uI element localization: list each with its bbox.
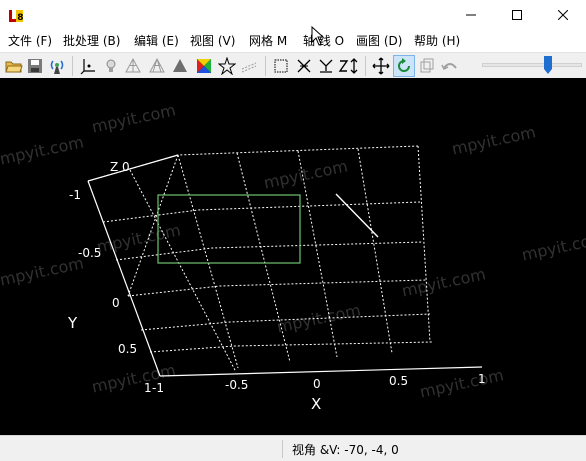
rotate-icon [398, 58, 410, 72]
move-button[interactable] [370, 55, 392, 77]
status-divider [282, 440, 283, 458]
minimize-icon [466, 14, 476, 16]
axes-button[interactable] [77, 55, 99, 77]
minimize-button[interactable] [448, 0, 494, 30]
menu-edit[interactable]: 编辑 (E) [134, 33, 179, 49]
menu-draw[interactable]: 画图 (D) [356, 33, 402, 49]
colormap-button[interactable] [193, 55, 215, 77]
axis-frame [87, 154, 483, 377]
menu-batch[interactable]: 批处理 (B) [63, 33, 120, 49]
rotate-button[interactable] [393, 55, 415, 77]
undo-button[interactable] [439, 55, 461, 77]
undo-icon [441, 63, 457, 71]
x-tick-label: 0 [313, 377, 321, 391]
mesh-button[interactable] [146, 55, 168, 77]
solid-icon [173, 59, 187, 72]
toolbar-separator [265, 56, 266, 76]
star-icon [218, 57, 236, 75]
zoom-slider-track[interactable] [482, 63, 582, 67]
y-tick-label: 1 [144, 381, 152, 395]
app-logo-icon: 8 [8, 8, 24, 24]
x-axis-title: X [311, 395, 322, 413]
mouse-cursor-icon [311, 26, 325, 46]
y-tick-label: 0.5 [118, 342, 138, 356]
data-line [335, 193, 379, 238]
z-axis-icon [338, 58, 358, 74]
svg-text:8: 8 [17, 13, 23, 23]
menu-view[interactable]: 视图 (V) [190, 33, 235, 49]
maximize-icon [512, 10, 522, 20]
contour-button[interactable] [238, 55, 260, 77]
wireframe-icon [125, 57, 141, 73]
y-axis-title: Y [68, 314, 78, 332]
y-axis-button[interactable] [315, 55, 337, 77]
light-icon [106, 59, 116, 72]
star-button[interactable] [216, 55, 238, 77]
x-tick-label: -1 [152, 381, 164, 395]
x-axis-button[interactable] [293, 55, 315, 77]
axes-icon [80, 59, 95, 75]
z-axis-button[interactable] [338, 55, 360, 77]
open-folder-icon [5, 61, 23, 73]
solid-button[interactable] [169, 55, 191, 77]
selection-rectangle [157, 194, 301, 264]
top-edge [87, 154, 179, 182]
toolbar-separator [365, 56, 366, 76]
save-icon [28, 59, 42, 73]
open-button[interactable] [3, 55, 25, 77]
light-button[interactable] [100, 55, 122, 77]
menu-file[interactable]: 文件 (F) [8, 33, 52, 49]
y-tick-label: -1 [69, 188, 81, 202]
broadcast-icon [50, 60, 64, 74]
broadcast-button[interactable] [46, 55, 68, 77]
close-button[interactable] [540, 0, 586, 30]
copy-button[interactable] [416, 55, 438, 77]
view-angle-status: 视角 &V: -70, -4, 0 [292, 443, 399, 457]
box-button[interactable] [270, 55, 292, 77]
menu-help[interactable]: 帮助 (H) [414, 33, 460, 49]
x-axis-line [159, 366, 483, 377]
contour-icon [241, 62, 257, 73]
y-axis-icon [319, 59, 333, 73]
plot-viewport[interactable]: mpyit.com mpyit.com mpyit.com mpyit.com … [0, 78, 586, 435]
y-tick-label: 0 [112, 296, 120, 310]
x-tick-label: -0.5 [225, 378, 249, 392]
y-tick-label: -0.5 [78, 246, 102, 260]
colormap-icon [197, 59, 211, 73]
x-axis-icon [297, 59, 311, 73]
z-axis-label: Z 0 [110, 160, 130, 174]
copy-icon [420, 58, 434, 73]
box-icon [274, 59, 288, 73]
status-bar: 视角 &V: -70, -4, 0 [0, 435, 586, 461]
zoom-slider-thumb[interactable] [543, 55, 553, 75]
toolbar-separator [72, 56, 73, 76]
title-bar: 8 [0, 0, 586, 30]
menu-bar: 文件 (F) 批处理 (B) 编辑 (E) 视图 (V) 网格 M 轴 线 O … [0, 26, 586, 52]
x-tick-label: 0.5 [389, 374, 409, 388]
mesh-icon [149, 57, 165, 73]
close-icon [558, 10, 568, 20]
wireframe-button[interactable] [122, 55, 144, 77]
maximize-button[interactable] [494, 0, 540, 30]
save-button[interactable] [24, 55, 46, 77]
menu-mesh[interactable]: 网格 M [249, 33, 287, 49]
move-icon [372, 57, 390, 75]
x-tick-label: 1 [478, 372, 486, 386]
dotted-grid [87, 145, 433, 373]
